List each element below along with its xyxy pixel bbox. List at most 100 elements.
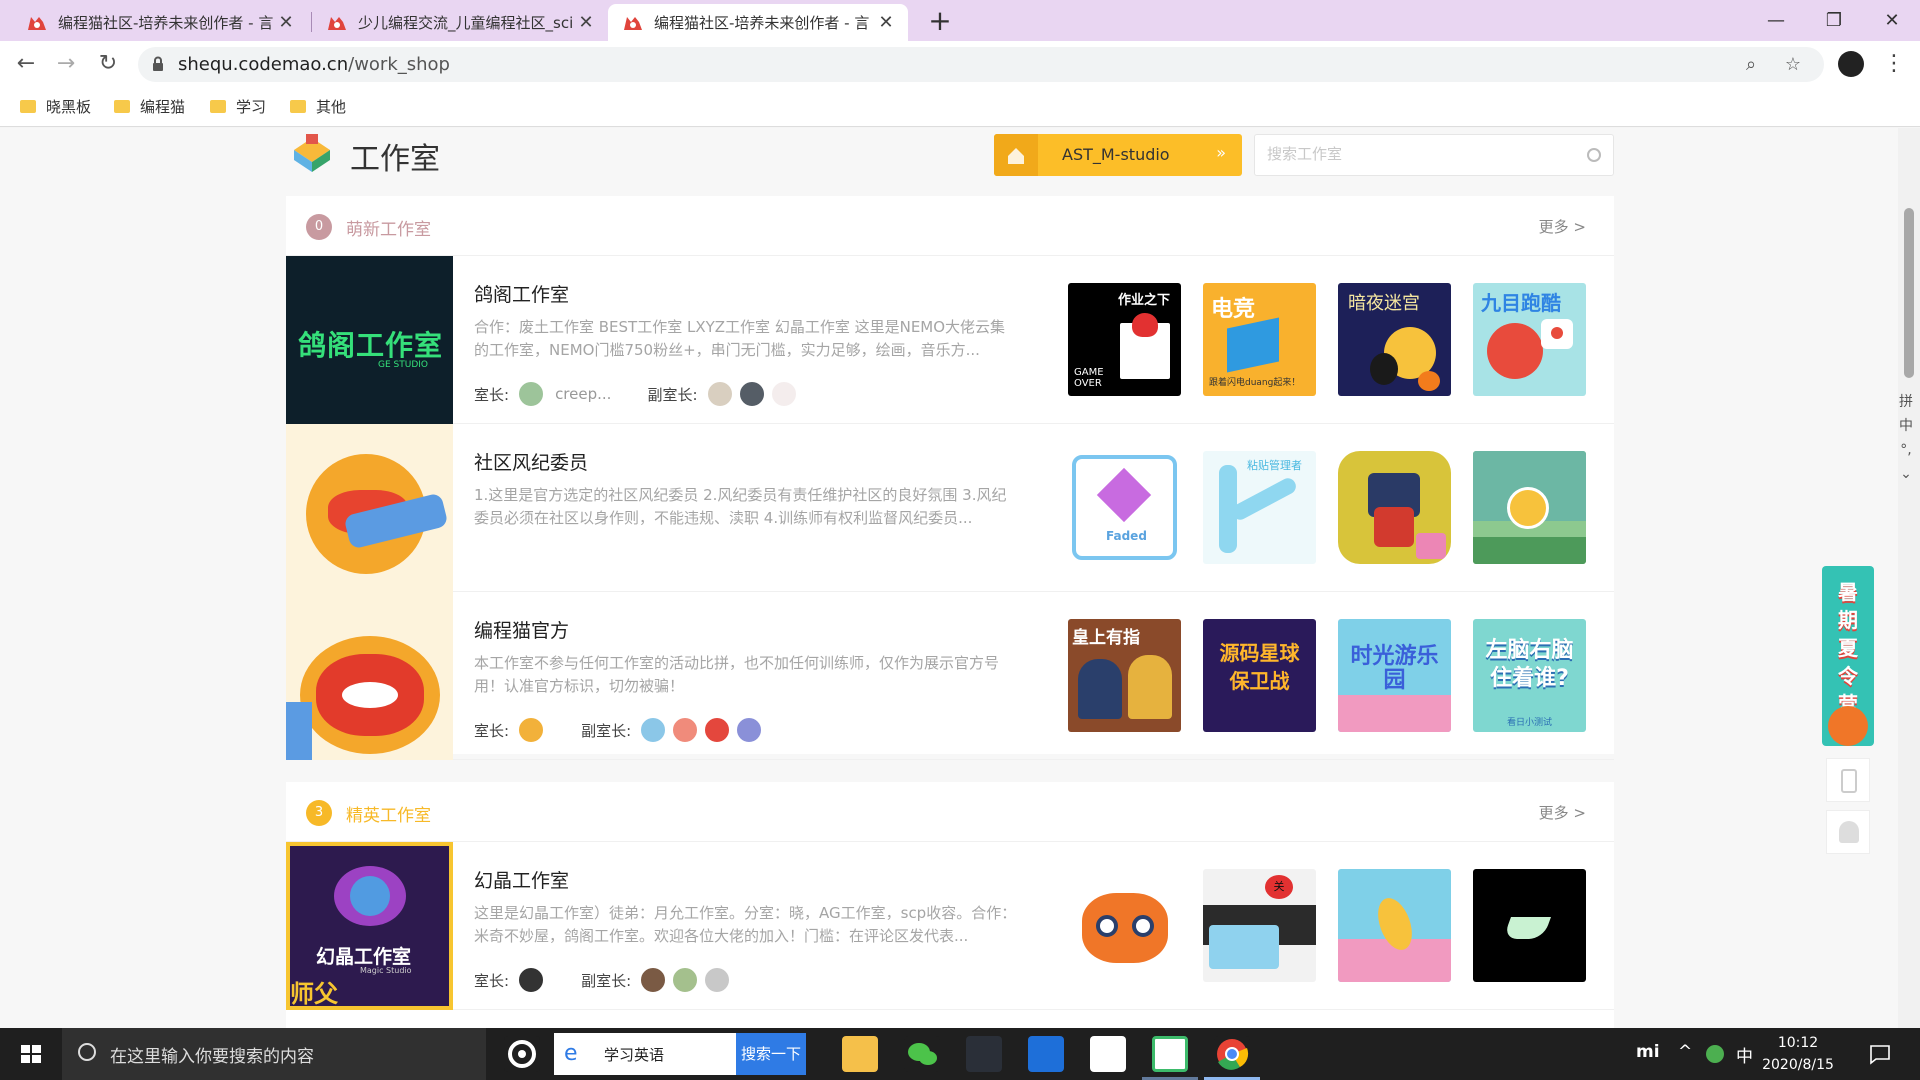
leader-label: 室长:	[474, 721, 510, 740]
studio-search-input[interactable]	[1267, 145, 1567, 163]
studio-name[interactable]: 编程猫官方	[474, 616, 569, 643]
work-thumbnail[interactable]: 源码星球 保卫战	[1203, 619, 1316, 732]
chrome-menu-icon[interactable]: ⋮	[1880, 46, 1908, 82]
tray-app-icon[interactable]	[1706, 1045, 1724, 1063]
ime-toolbar[interactable]: 拼 中 °, ⌄	[1894, 390, 1918, 490]
my-studio-button[interactable]: AST_M-studio »	[994, 134, 1242, 176]
notification-bell-icon[interactable]	[1826, 810, 1870, 854]
leader-avatar[interactable]	[517, 716, 546, 744]
chrome-icon[interactable]	[1214, 1036, 1250, 1072]
close-tab-icon[interactable]: ✕	[278, 12, 294, 33]
tray-caret-icon[interactable]: ^	[1678, 1042, 1692, 1062]
taskbar-clock[interactable]: 10:12 2020/8/15	[1758, 1032, 1838, 1076]
studio-row[interactable]: 编程猫官方 本工作室不参与任何工作室的活动比拼，也不加任何训练师，仅作为展示官方…	[286, 592, 1614, 760]
leader-avatar[interactable]	[517, 966, 546, 994]
ie-search-widget[interactable]: e 学习英语 搜索一下	[554, 1033, 806, 1075]
ie-search-button[interactable]: 搜索一下	[736, 1033, 806, 1075]
deputy-avatar[interactable]	[737, 380, 766, 408]
studio-row[interactable]: 社区风纪委员 1.这里是官方选定的社区风纪委员 2.风纪委员有责任维护社区的良好…	[286, 424, 1614, 592]
studio-search-box[interactable]	[1254, 134, 1614, 176]
work-thumbnail[interactable]	[1473, 451, 1586, 564]
codemao-favicon-icon	[328, 16, 346, 30]
taskbar-search-box[interactable]: 在这里输入你要搜索的内容	[62, 1028, 486, 1080]
work-thumbnail[interactable]: 时光游乐园	[1338, 619, 1451, 732]
tab-3-active[interactable]: 编程猫社区-培养未来创作者 - 言 ✕	[608, 4, 908, 41]
minimize-button[interactable]: —	[1748, 0, 1804, 41]
wechat-icon[interactable]	[904, 1036, 940, 1072]
bookmark-folder-1[interactable]: 晓黑板	[20, 96, 91, 117]
studio-row[interactable]: 鸽阁工作室 GE STUDIO 鸽阁工作室 合作：废土工作室 BEST工作室 L…	[286, 256, 1614, 424]
deputy-avatar[interactable]	[769, 380, 798, 408]
pinwheel-app-icon[interactable]	[504, 1036, 540, 1072]
app-icon-wave[interactable]	[966, 1036, 1002, 1072]
deputy-avatar[interactable]	[705, 380, 734, 408]
studio-cover-image[interactable]: 幻晶工作室 Magic Studio 师父	[286, 842, 453, 1010]
deputy-avatar[interactable]	[671, 716, 700, 744]
search-icon[interactable]	[1587, 148, 1601, 162]
work-thumbnail[interactable]: 九目跑酷	[1473, 283, 1586, 396]
more-link[interactable]: 更多 >	[1539, 216, 1586, 237]
star-bookmark-icon[interactable]: ☆	[1778, 50, 1808, 80]
summer-camp-float-ad[interactable]: 暑期 夏令营	[1822, 566, 1874, 746]
work-thumbnail[interactable]	[1338, 451, 1451, 564]
work-thumbnail[interactable]: 电竞 跟着闪电duang起来！	[1203, 283, 1316, 396]
page-scrollbar[interactable]	[1898, 128, 1920, 1028]
work-thumbnail[interactable]: 作业之下 GAME OVER	[1068, 283, 1181, 396]
leader-avatar[interactable]	[517, 380, 546, 408]
work-thumbnail[interactable]: 暗夜迷宫	[1338, 283, 1451, 396]
reload-icon[interactable]: ↻	[92, 47, 124, 81]
xiaomi-tray-icon[interactable]: mi	[1636, 1042, 1660, 1062]
deputy-avatar[interactable]	[703, 966, 732, 994]
work-thumbnail[interactable]: Faded	[1068, 451, 1181, 564]
work-thumbnail[interactable]: 关	[1203, 869, 1316, 982]
scrollbar-thumb[interactable]	[1904, 208, 1914, 378]
studio-cover-image[interactable]	[286, 592, 453, 760]
close-window-button[interactable]: ✕	[1864, 0, 1920, 41]
ime-language-indicator[interactable]: 中	[1736, 1042, 1753, 1067]
work-thumbnail[interactable]	[1473, 869, 1586, 982]
bookmark-folder-2[interactable]: 编程猫	[114, 96, 185, 117]
app-icon-green[interactable]	[1090, 1036, 1126, 1072]
action-center-icon[interactable]	[1868, 1042, 1892, 1066]
close-tab-icon[interactable]: ✕	[578, 12, 594, 33]
bookmark-folder-3[interactable]: 学习	[210, 96, 266, 117]
section-elite-studios: 3 精英工作室 更多 > 幻晶工作室 Magic Studio 师父 幻晶工作室…	[286, 782, 1614, 1028]
profile-avatar-icon[interactable]	[1838, 51, 1864, 77]
ie-search-query[interactable]: 学习英语	[604, 1044, 664, 1065]
maximize-button[interactable]: ❐	[1806, 0, 1862, 41]
work-thumbnail[interactable]	[1068, 869, 1181, 982]
leader-name[interactable]: creep...	[555, 385, 611, 403]
studio-cover-image[interactable]	[286, 424, 453, 592]
studio-name[interactable]: 鸽阁工作室	[474, 280, 569, 307]
deputy-avatar[interactable]	[639, 966, 668, 994]
studio-row[interactable]: 幻晶工作室 Magic Studio 师父 幻晶工作室 这里是幻晶工作室）徒弟：…	[286, 842, 1614, 1010]
forward-arrow-icon[interactable]: →	[50, 47, 82, 81]
studio-cover-image[interactable]: 鸽阁工作室 GE STUDIO	[286, 256, 453, 424]
tab-1[interactable]: 编程猫社区-培养未来创作者 - 言 ✕	[12, 4, 308, 41]
app-icon-scratch[interactable]	[1152, 1036, 1188, 1072]
tab-2[interactable]: 少儿编程交流_儿童编程社区_sci ✕	[312, 4, 608, 41]
more-link[interactable]: 更多 >	[1539, 802, 1586, 823]
zoom-icon[interactable]: ⌕	[1736, 50, 1766, 80]
mobile-app-icon[interactable]	[1826, 758, 1870, 802]
studio-name[interactable]: 幻晶工作室	[474, 866, 569, 893]
cover-title: 幻晶工作室	[316, 946, 412, 968]
work-thumbnail[interactable]: 左脑右脑 住着谁? 看日小测试	[1473, 619, 1586, 732]
new-tab-button[interactable]: +	[924, 4, 956, 38]
work-thumbnail[interactable]: 皇上有指	[1068, 619, 1181, 732]
windows-start-icon[interactable]	[0, 1028, 62, 1080]
file-explorer-icon[interactable]	[842, 1036, 878, 1072]
studio-name[interactable]: 社区风纪委员	[474, 448, 588, 475]
deputy-avatar[interactable]	[703, 716, 732, 744]
work-thumbnail[interactable]: 粘贴管理者	[1203, 451, 1316, 564]
close-tab-icon[interactable]: ✕	[878, 12, 894, 33]
deputy-avatar[interactable]	[671, 966, 700, 994]
bookmark-folder-4[interactable]: 其他	[290, 96, 346, 117]
deputy-avatar[interactable]	[639, 716, 668, 744]
codemao-favicon-icon	[624, 16, 642, 30]
back-arrow-icon[interactable]: ←	[10, 47, 42, 81]
deputy-avatar[interactable]	[735, 716, 764, 744]
app-icon-blue[interactable]	[1028, 1036, 1064, 1072]
address-bar[interactable]: shequ.codemao.cn/work_shop ⌕ ☆	[138, 47, 1824, 82]
work-thumbnail[interactable]	[1338, 869, 1451, 982]
